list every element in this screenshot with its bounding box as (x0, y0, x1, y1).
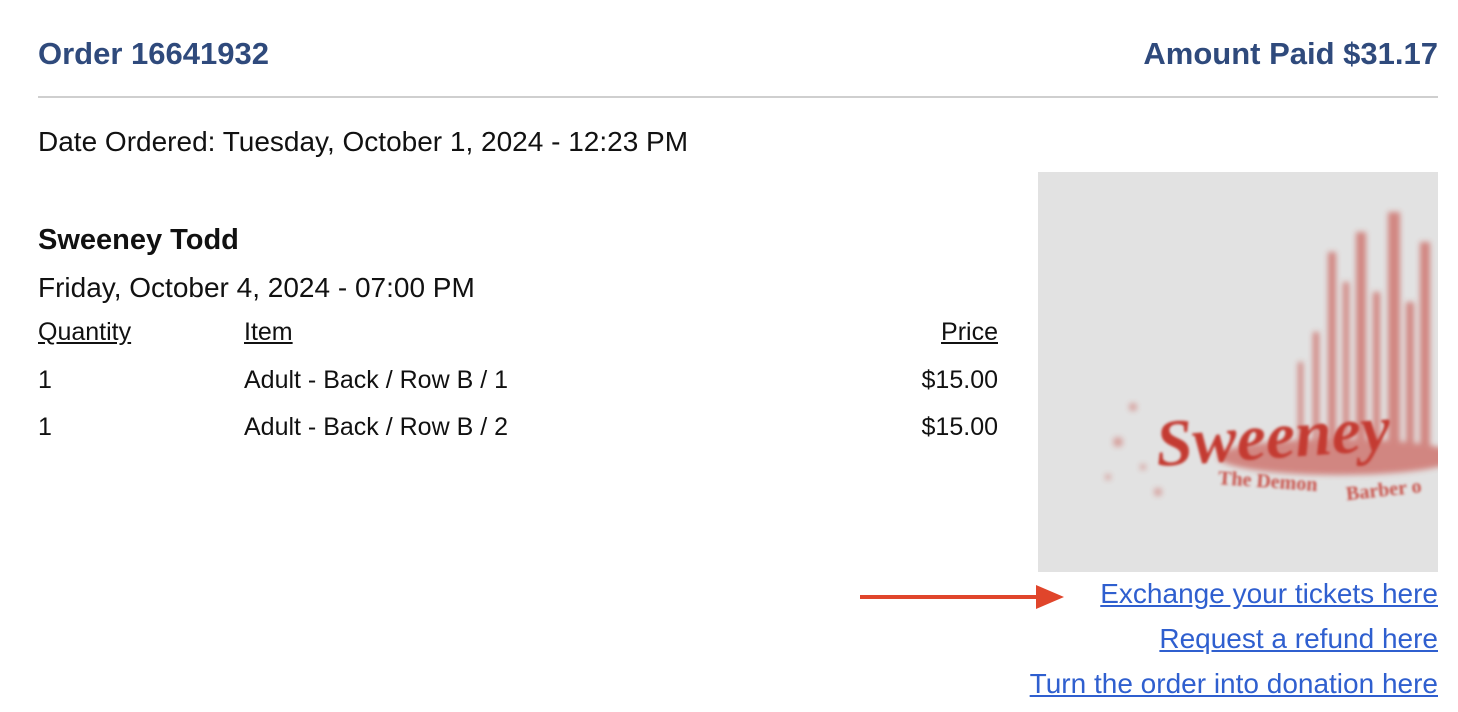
poster-artwork: Sweeney The Demon Barber o (1038, 172, 1438, 572)
quantity-header: Quantity (38, 318, 132, 346)
order-title: Order 16641932 (38, 36, 269, 71)
price-header: Price (941, 318, 998, 346)
item-header: Item (244, 318, 293, 346)
date-ordered: Date Ordered: Tuesday, October 1, 2024 -… (38, 126, 689, 157)
arrow-pointer-icon (860, 585, 1064, 609)
row-1-quantity: 1 (38, 366, 52, 394)
event-poster-image: Sweeney The Demon Barber o (1038, 172, 1438, 572)
row-2-item: Adult - Back / Row B / 2 (244, 413, 508, 441)
exchange-tickets-link[interactable]: Exchange your tickets here (1100, 578, 1438, 610)
amount-paid: Amount Paid $31.17 (1143, 36, 1438, 71)
row-2-price: $15.00 (921, 413, 998, 441)
header-divider (38, 96, 1438, 98)
row-1-item: Adult - Back / Row B / 1 (244, 366, 508, 394)
row-1-price: $15.00 (921, 366, 998, 394)
event-date: Friday, October 4, 2024 - 07:00 PM (38, 272, 475, 303)
donation-link[interactable]: Turn the order into donation here (1030, 668, 1438, 700)
row-2-quantity: 1 (38, 413, 52, 441)
request-refund-link[interactable]: Request a refund here (1159, 623, 1438, 655)
event-title: Sweeney Todd (38, 224, 239, 256)
